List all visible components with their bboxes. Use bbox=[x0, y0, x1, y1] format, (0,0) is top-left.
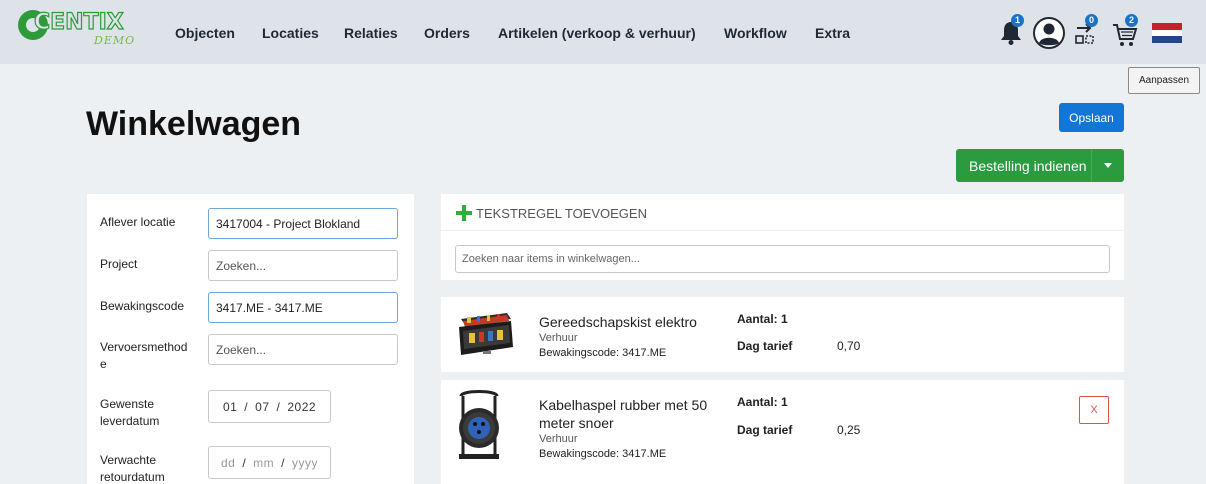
user-avatar-icon bbox=[1033, 17, 1065, 49]
centix-logo[interactable]: CENTIX DEMO bbox=[18, 6, 148, 54]
date-separator: / bbox=[244, 399, 249, 414]
remove-item-button[interactable]: X bbox=[1079, 396, 1109, 424]
retourdatum-month: mm bbox=[253, 455, 275, 470]
vervoersmethode-placeholder: Zoeken... bbox=[216, 342, 267, 357]
notifications-button[interactable]: 1 bbox=[1000, 14, 1028, 48]
nav-workflow[interactable]: Workflow bbox=[724, 25, 787, 41]
logo-text: CENTIX bbox=[33, 9, 124, 35]
page-title: Winkelwagen bbox=[86, 105, 302, 143]
caret-down-icon[interactable] bbox=[1104, 163, 1112, 168]
cart-search-input[interactable]: Zoeken naar items in winkelwagen... bbox=[455, 245, 1110, 273]
cart-search-placeholder: Zoeken naar items in winkelwagen... bbox=[462, 253, 640, 265]
retourdatum-year: yyyy bbox=[292, 455, 319, 470]
nav-orders[interactable]: Orders bbox=[424, 25, 470, 41]
save-button[interactable]: Opslaan bbox=[1059, 103, 1124, 132]
aanpassen-button[interactable]: Aanpassen bbox=[1128, 67, 1200, 94]
aflever-locatie-input[interactable]: 3417004 - Project Blokland bbox=[208, 208, 398, 239]
project-label: Project bbox=[100, 257, 138, 271]
cart-badge: 2 bbox=[1125, 14, 1138, 27]
add-text-line-label: TEKSTREGEL TOEVOEGEN bbox=[476, 205, 647, 221]
vervoersmethode-input[interactable]: Zoeken... bbox=[208, 334, 398, 365]
bewakingscode-input[interactable]: 3417.ME - 3417.ME bbox=[208, 292, 398, 323]
toolbox-image bbox=[459, 313, 513, 355]
item-name[interactable]: Kabelhaspel rubber met 50 meter snoer bbox=[539, 396, 714, 432]
bewakingscode-value: 3417.ME - 3417.ME bbox=[216, 300, 323, 315]
aflever-locatie-label: Aflever locatie bbox=[100, 215, 176, 229]
nav-relaties[interactable]: Relaties bbox=[344, 25, 398, 41]
item-rate-label: Dag tarief bbox=[737, 339, 793, 353]
item-quantity: Aantal: 1 bbox=[737, 312, 788, 326]
retourdatum-day: dd bbox=[220, 455, 236, 470]
user-menu-button[interactable] bbox=[1033, 17, 1065, 49]
date-separator: / bbox=[242, 455, 247, 470]
transfer-badge: 0 bbox=[1085, 14, 1098, 27]
notifications-badge: 1 bbox=[1011, 14, 1024, 27]
leverdatum-month: 07 bbox=[255, 399, 270, 414]
nav-artikelen[interactable]: Artikelen (verkoop & verhuur) bbox=[498, 25, 696, 41]
project-input[interactable]: Zoeken... bbox=[208, 250, 398, 281]
date-separator: / bbox=[276, 399, 281, 414]
item-name[interactable]: Gereedschapskist elektro bbox=[539, 313, 714, 331]
item-code: Bewakingscode: 3417.ME bbox=[539, 347, 667, 359]
item-rate-value: 0,25 bbox=[837, 423, 861, 437]
project-placeholder: Zoeken... bbox=[216, 258, 267, 273]
cable-reel-image bbox=[459, 390, 499, 459]
cart-toolbar: TEKSTREGEL TOEVOEGEN Zoeken naar items i… bbox=[441, 194, 1124, 280]
item-type: Verhuur bbox=[539, 332, 578, 344]
gewenste-leverdatum-input[interactable]: 01 / 07 / 2022 bbox=[208, 390, 331, 423]
top-navigation: CENTIX DEMO Objecten Locaties Relaties O… bbox=[0, 0, 1206, 64]
add-text-line-button[interactable]: TEKSTREGEL TOEVOEGEN bbox=[456, 205, 647, 221]
item-type: Verhuur bbox=[539, 433, 578, 445]
cart-item: Kabelhaspel rubber met 50 meter snoer Ve… bbox=[441, 380, 1124, 484]
item-quantity: Aantal: 1 bbox=[737, 395, 788, 409]
transfer-button[interactable]: 0 bbox=[1074, 14, 1104, 50]
verwachte-retourdatum-label: Verwachte retourdatum bbox=[100, 453, 165, 484]
gewenste-leverdatum-label: Gewenste leverdatum bbox=[100, 397, 160, 428]
submit-order-button[interactable]: Bestelling indienen bbox=[956, 149, 1124, 182]
nav-locaties[interactable]: Locaties bbox=[262, 25, 319, 41]
item-code: Bewakingscode: 3417.ME bbox=[539, 448, 667, 460]
nav-objecten[interactable]: Objecten bbox=[175, 25, 235, 41]
divider bbox=[441, 230, 1124, 231]
date-separator: / bbox=[281, 455, 286, 470]
cart-item: Gereedschapskist elektro Verhuur Bewakin… bbox=[441, 297, 1124, 372]
leverdatum-day: 01 bbox=[222, 399, 238, 414]
nav-extra[interactable]: Extra bbox=[815, 25, 850, 41]
item-rate-value: 0,70 bbox=[837, 339, 861, 353]
item-rate-label: Dag tarief bbox=[737, 423, 793, 437]
split-divider bbox=[1091, 149, 1092, 182]
submit-order-label: Bestelling indienen bbox=[969, 157, 1087, 174]
leverdatum-year: 2022 bbox=[287, 399, 317, 414]
bewakingscode-label: Bewakingscode bbox=[100, 299, 185, 313]
language-flag-nl-icon[interactable] bbox=[1152, 23, 1182, 43]
verwachte-retourdatum-input[interactable]: dd / mm / yyyy bbox=[208, 446, 331, 479]
plus-icon bbox=[456, 205, 472, 221]
vervoersmethode-label: Vervoersmethod e bbox=[100, 340, 188, 371]
cart-button[interactable]: 2 bbox=[1112, 14, 1142, 50]
logo-demo-label: DEMO bbox=[94, 34, 136, 47]
order-details-form: Aflever locatie 3417004 - Project Blokla… bbox=[87, 194, 414, 484]
aflever-locatie-value: 3417004 - Project Blokland bbox=[216, 216, 361, 231]
